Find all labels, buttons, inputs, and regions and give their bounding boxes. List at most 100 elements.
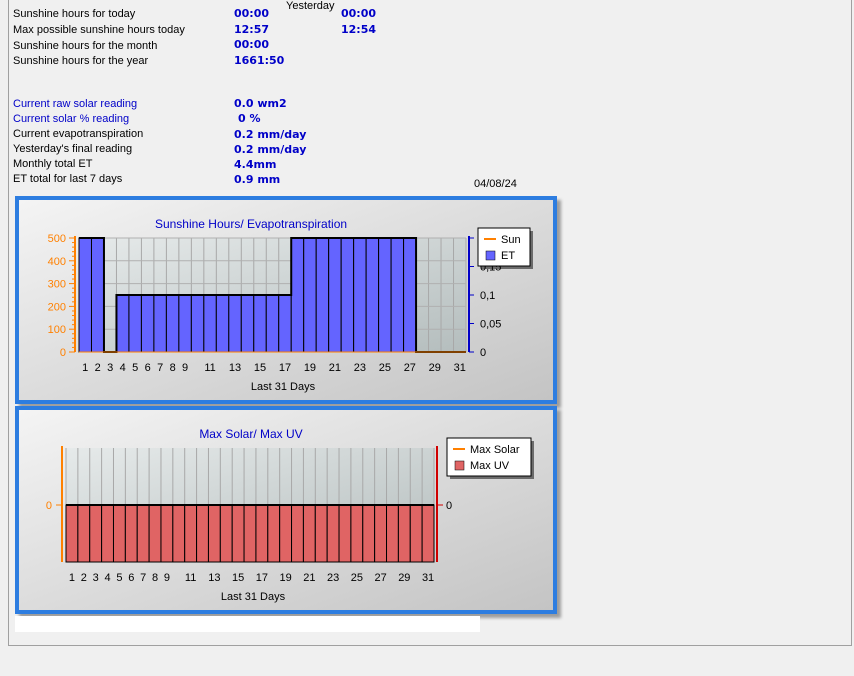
y2-tick-label: 0 (446, 500, 452, 512)
frame-bottom-border (8, 645, 852, 646)
x-tick-label: 3 (93, 572, 99, 584)
stat-value: 0.2 mm/day (234, 143, 307, 156)
x-tick-label: 1 (69, 572, 75, 584)
y-tick-label: 0 (60, 347, 66, 359)
x-tick-label: 11 (185, 572, 196, 584)
uv-bar (374, 504, 388, 563)
x-axis-label: Last 31 Days (251, 381, 316, 393)
y2-tick-label: 0,1 (480, 290, 495, 302)
stat-yesterday-value: 00:00 (341, 7, 377, 20)
x-tick-label: 23 (354, 362, 366, 374)
et-bar (178, 294, 192, 353)
et-bar (390, 237, 405, 353)
uv-bar (77, 504, 91, 563)
x-tick-label: 6 (128, 572, 134, 584)
uv-bar (101, 504, 114, 563)
x-tick-label: 31 (422, 572, 434, 584)
uv-bar (350, 504, 364, 563)
x-tick-label: 9 (182, 362, 188, 374)
x-tick-label: 7 (140, 572, 146, 584)
solar-uv-chart-panel: Max Solar/ Max UV 0 0 1 2 3 4 5 6 7 8 9 11 13 15 17 19 2… (15, 406, 557, 614)
x-tick-label: 6 (145, 362, 151, 374)
uv-bar (338, 504, 352, 563)
et-bar (140, 294, 155, 353)
uv-bar (219, 504, 233, 563)
x-tick-label: 21 (329, 362, 341, 374)
y-tick-label: 0 (46, 500, 52, 512)
et-bar (240, 294, 255, 353)
legend-label: ET (501, 250, 515, 262)
et-bar (328, 237, 342, 353)
y-tick-label: 400 (48, 256, 66, 268)
stat-label: Monthly total ET (13, 158, 93, 170)
uv-bar (172, 504, 186, 563)
uv-bar (243, 504, 257, 563)
x-tick-label: 25 (351, 572, 363, 584)
x-tick-label: 17 (279, 362, 291, 374)
y-tick-label: 500 (48, 233, 66, 245)
x-tick-label: 23 (327, 572, 339, 584)
uv-bar (326, 504, 340, 563)
x-tick-label: 19 (279, 572, 291, 584)
et-bar (228, 294, 242, 353)
solar-uv-chart: Max Solar/ Max UV 0 01 2 3 4 5 6 7 8 9 11 13 15 17 19 2… (19, 410, 553, 610)
et-bar (190, 294, 205, 353)
et-bar (78, 237, 92, 353)
uv-bar (136, 504, 150, 563)
stat-value: 00:00 (234, 38, 270, 51)
frame-right-border (851, 0, 852, 646)
x-tick-label: 8 (152, 572, 158, 584)
uv-bar (148, 504, 162, 563)
x-tick-label: 29 (398, 572, 410, 584)
x-tick-label: 13 (229, 362, 241, 374)
y2-tick-label: 0 (480, 347, 486, 359)
uv-bar (409, 504, 423, 563)
uv-bar (302, 504, 316, 563)
x-tick-label: 11 (204, 362, 215, 374)
stat-value: 00:00 (234, 7, 270, 20)
uv-bar (65, 504, 79, 563)
uv-bar (279, 504, 293, 563)
et-bar (115, 294, 130, 353)
y-tick-label: 200 (48, 301, 66, 313)
x-tick-label: 5 (132, 362, 138, 374)
legend-et-swatch (485, 250, 496, 261)
frame-left-border (8, 0, 9, 646)
uv-bar (314, 504, 328, 563)
x-tick-label: 8 (170, 362, 176, 374)
x-axis-label: Last 31 Days (221, 591, 286, 603)
report-date: 04/08/24 (474, 178, 517, 190)
uv-bar (362, 504, 376, 563)
legend-label: Max UV (470, 460, 510, 472)
legend-uv-swatch (454, 460, 465, 471)
et-bar (303, 237, 317, 353)
legend-label: Max Solar (470, 444, 520, 456)
stat-value: 0 % (238, 112, 261, 125)
uv-bar (291, 504, 304, 563)
uv-bar (397, 504, 411, 563)
x-tick-label: 7 (157, 362, 163, 374)
x-tick-label: 4 (104, 572, 110, 584)
x-tick-label: 15 (232, 572, 244, 584)
x-tick-label: 29 (429, 362, 441, 374)
x-tick-label: 21 (303, 572, 315, 584)
legend-label: Sun (501, 234, 521, 246)
et-bar (90, 237, 105, 353)
stat-label: Yesterday's final reading (13, 143, 133, 155)
x-tick-label: 17 (256, 572, 268, 584)
stat-yesterday-value: 12:54 (341, 23, 377, 36)
y2-tick-label: 0,05 (480, 319, 501, 331)
uv-bar (267, 504, 281, 563)
stat-label: Current solar % reading (13, 113, 130, 125)
stat-value: 0.0 wm2 (234, 97, 287, 110)
x-tick-label: 27 (374, 572, 386, 584)
sunshine-et-chart-panel: Sunshine Hours/ Evapotranspiration 0 100 2… (15, 196, 557, 404)
x-tick-label: 3 (107, 362, 113, 374)
stat-value: 4.4mm (234, 158, 277, 171)
stat-label: Current evapotranspiration (13, 128, 144, 140)
x-tick-label: 25 (379, 362, 391, 374)
chart-title: Sunshine Hours/ Evapotranspiration (155, 217, 347, 231)
et-bar (278, 294, 292, 353)
x-tick-label: 19 (304, 362, 316, 374)
stat-label: Sunshine hours for the month (13, 40, 158, 52)
